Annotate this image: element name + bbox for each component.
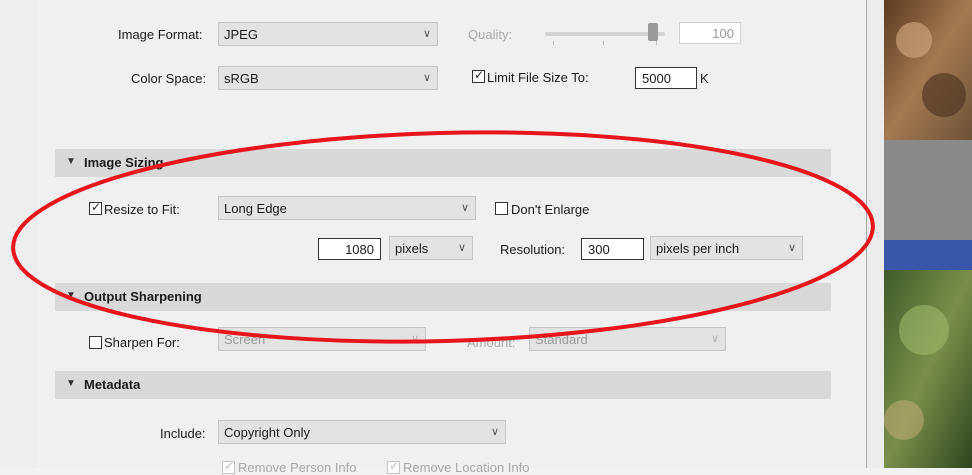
limit-file-size-label: Limit File Size To: bbox=[487, 70, 589, 85]
resolution-unit-value: pixels per inch bbox=[656, 241, 740, 256]
limit-file-size-input[interactable]: 5000 bbox=[635, 67, 697, 89]
resize-mode-value: Long Edge bbox=[224, 201, 287, 216]
preview-strip bbox=[884, 0, 972, 468]
amount-value: Standard bbox=[535, 332, 588, 347]
limit-file-size-unit: K bbox=[700, 71, 709, 86]
checkmark-icon: ✓ bbox=[224, 459, 235, 473]
sharpen-for-select[interactable]: Screen ∨ bbox=[218, 327, 426, 351]
dimension-value: 1080 bbox=[345, 242, 374, 257]
color-space-select[interactable]: sRGB ∨ bbox=[218, 66, 438, 90]
left-frame bbox=[0, 0, 38, 468]
color-space-value: sRGB bbox=[224, 71, 259, 86]
chevron-down-icon: ∨ bbox=[410, 333, 419, 345]
image-format-label: Image Format: bbox=[118, 27, 203, 42]
quality-slider-track[interactable] bbox=[545, 32, 665, 36]
checkmark-icon: ✓ bbox=[389, 459, 400, 473]
triangle-down-icon: ▼ bbox=[66, 156, 76, 167]
quality-value: 100 bbox=[712, 26, 734, 41]
chevron-down-icon: ∨ bbox=[457, 242, 466, 254]
color-space-label: Color Space: bbox=[131, 71, 207, 86]
preview-thumbnails bbox=[884, 0, 972, 468]
thumbnail-1[interactable] bbox=[884, 0, 972, 140]
metadata-title: Metadata bbox=[84, 377, 141, 392]
include-select[interactable]: Copyright Only ∨ bbox=[218, 420, 506, 444]
checkmark-icon: ✓ bbox=[91, 200, 102, 214]
sharpen-for-value: Screen bbox=[224, 332, 266, 347]
chevron-down-icon: ∨ bbox=[422, 28, 431, 40]
dimension-unit-value: pixels bbox=[395, 241, 429, 256]
metadata-header[interactable]: ▼ Metadata bbox=[55, 371, 831, 399]
chevron-down-icon: ∨ bbox=[710, 333, 719, 345]
triangle-down-icon: ▼ bbox=[66, 378, 76, 389]
triangle-down-icon: ▼ bbox=[66, 290, 76, 301]
chevron-down-icon: ∨ bbox=[787, 242, 796, 254]
limit-file-size-checkbox[interactable]: ✓ bbox=[472, 68, 485, 83]
include-label: Include: bbox=[160, 426, 206, 441]
thumbnail-gap bbox=[884, 140, 972, 240]
chevron-down-icon: ∨ bbox=[460, 202, 469, 214]
quality-label: Quality: bbox=[468, 27, 513, 42]
image-format-value: JPEG bbox=[224, 27, 258, 42]
resolution-value: 300 bbox=[588, 242, 610, 257]
slider-tick bbox=[656, 41, 657, 45]
quality-slider-thumb[interactable] bbox=[648, 23, 658, 41]
chevron-down-icon: ∨ bbox=[490, 426, 499, 438]
dimension-unit-select[interactable]: pixels ∨ bbox=[389, 236, 473, 260]
resolution-label: Resolution: bbox=[500, 242, 566, 257]
resolution-unit-select[interactable]: pixels per inch ∨ bbox=[650, 236, 803, 260]
limit-file-size-value: 5000 bbox=[642, 71, 671, 86]
chevron-down-icon: ∨ bbox=[422, 72, 431, 84]
resize-to-fit-label: Resize to Fit: bbox=[104, 202, 180, 217]
sharpen-for-label: Sharpen For: bbox=[104, 335, 180, 350]
slider-tick bbox=[603, 41, 604, 45]
amount-label: Amount: bbox=[467, 335, 516, 350]
resize-to-fit-checkbox[interactable]: ✓ bbox=[89, 200, 102, 215]
quality-input[interactable]: 100 bbox=[679, 22, 741, 44]
image-sizing-header[interactable]: ▼ Image Sizing bbox=[55, 149, 831, 177]
thumbnail-selected-band bbox=[884, 240, 972, 270]
resolution-input[interactable]: 300 bbox=[581, 238, 644, 260]
panel-scroll-gutter[interactable] bbox=[866, 0, 885, 468]
amount-select[interactable]: Standard ∨ bbox=[529, 327, 726, 351]
output-sharpening-title: Output Sharpening bbox=[84, 289, 202, 304]
dimension-input[interactable]: 1080 bbox=[318, 238, 381, 260]
resize-mode-select[interactable]: Long Edge ∨ bbox=[218, 196, 476, 220]
image-sizing-title: Image Sizing bbox=[84, 155, 164, 170]
dont-enlarge-label: Don't Enlarge bbox=[511, 202, 590, 217]
image-format-select[interactable]: JPEG ∨ bbox=[218, 22, 438, 46]
output-sharpening-header[interactable]: ▼ Output Sharpening bbox=[55, 283, 831, 311]
checkmark-icon: ✓ bbox=[474, 68, 485, 82]
include-value: Copyright Only bbox=[224, 425, 310, 440]
dont-enlarge-checkbox[interactable] bbox=[495, 202, 508, 215]
sharpen-for-checkbox[interactable] bbox=[89, 336, 102, 349]
slider-tick bbox=[553, 41, 554, 45]
